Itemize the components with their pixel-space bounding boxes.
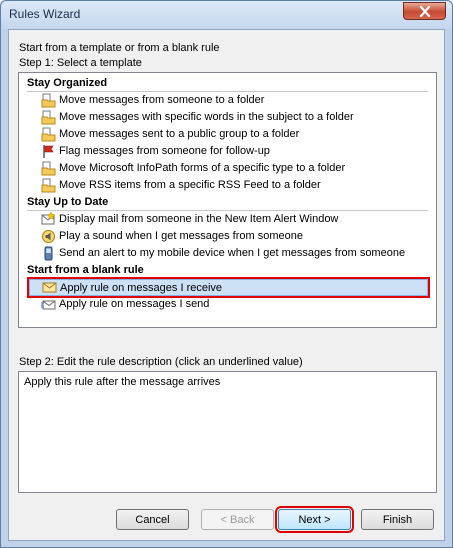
rule-description-box[interactable]: Apply this rule after the message arrive… (18, 371, 437, 493)
folder-move-icon (41, 161, 56, 176)
folder-move-icon (41, 93, 56, 108)
template-item[interactable]: Flag messages from someone for follow-up (19, 143, 436, 160)
window-title: Rules Wizard (9, 7, 81, 21)
back-button[interactable]: < Back (201, 509, 274, 530)
envelope-icon (42, 282, 57, 293)
template-item[interactable]: Display mail from someone in the New Ite… (19, 211, 436, 228)
close-icon (419, 5, 430, 17)
group-header-label: Stay Organized (27, 77, 108, 89)
intro-text: Start from a template or from a blank ru… (19, 42, 220, 54)
template-item[interactable]: Move Microsoft InfoPath forms of a speci… (19, 160, 436, 177)
group-header-stay-organized: Stay Organized (19, 75, 436, 92)
template-item[interactable]: Move messages with specific words in the… (19, 109, 436, 126)
template-item-selected[interactable]: Apply rule on messages I receive (27, 277, 430, 298)
send-envelope-icon (41, 300, 56, 310)
template-item[interactable]: Move RSS items from a specific RSS Feed … (19, 177, 436, 194)
red-flag-icon (43, 145, 54, 158)
template-item-label: Apply rule on messages I receive (60, 282, 223, 294)
alert-window-icon (41, 212, 56, 225)
folder-move-icon (41, 178, 56, 193)
template-item[interactable]: Apply rule on messages I send (19, 296, 436, 313)
folder-move-icon (41, 127, 56, 142)
template-item-label: Send an alert to my mobile device when I… (59, 247, 406, 259)
group-header-blank-rule: Start from a blank rule (19, 262, 436, 279)
template-item-label: Flag messages from someone for follow-up (59, 145, 270, 157)
template-item[interactable]: Move messages from someone to a folder (19, 92, 436, 109)
speaker-icon (42, 230, 55, 243)
template-item-label: Move Microsoft InfoPath forms of a speci… (59, 162, 346, 174)
group-header-stay-up-to-date: Stay Up to Date (19, 194, 436, 211)
template-item[interactable]: Move messages sent to a public group to … (19, 126, 436, 143)
title-bar[interactable]: Rules Wizard (1, 1, 452, 29)
finish-button[interactable]: Finish (361, 509, 434, 530)
template-item-label: Move messages from someone to a folder (59, 94, 265, 106)
group-header-label: Start from a blank rule (27, 264, 144, 276)
close-button[interactable] (403, 2, 446, 20)
template-item-label: Play a sound when I get messages from so… (59, 230, 303, 242)
template-item-label: Move messages with specific words in the… (59, 111, 354, 123)
cancel-button[interactable]: Cancel (116, 509, 189, 530)
next-button[interactable]: Next > (275, 506, 354, 533)
template-item-label: Move messages sent to a public group to … (59, 128, 300, 140)
folder-move-icon (41, 110, 56, 125)
step1-label: Step 1: Select a template (19, 57, 142, 69)
step2-label: Step 2: Edit the rule description (click… (19, 356, 303, 368)
group-header-label: Stay Up to Date (27, 196, 109, 208)
template-item[interactable]: Play a sound when I get messages from so… (19, 228, 436, 245)
dialog-body: Start from a template or from a blank ru… (8, 29, 445, 541)
mobile-phone-icon (44, 246, 53, 261)
template-list[interactable]: Stay Organized Move messages from someon… (18, 72, 437, 328)
template-item-label: Apply rule on messages I send (59, 298, 210, 310)
rules-wizard-window: Rules Wizard Start from a template or fr… (0, 0, 453, 548)
template-item[interactable]: Send an alert to my mobile device when I… (19, 245, 436, 262)
template-item-label: Move RSS items from a specific RSS Feed … (59, 179, 321, 191)
rule-description-text: Apply this rule after the message arrive… (24, 376, 221, 388)
template-item-label: Display mail from someone in the New Ite… (59, 213, 339, 225)
